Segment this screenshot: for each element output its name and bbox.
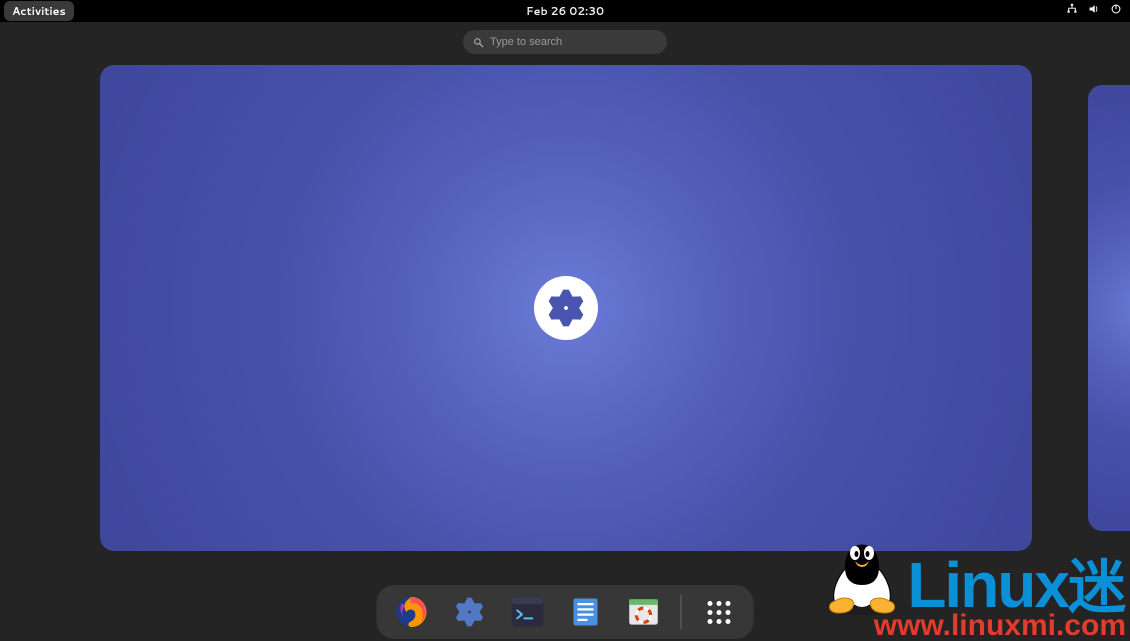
dock-app-firefox[interactable] bbox=[391, 591, 433, 633]
network-icon bbox=[1066, 3, 1078, 19]
dock-separator bbox=[681, 595, 682, 629]
activities-search[interactable] bbox=[463, 30, 667, 54]
search-icon bbox=[473, 31, 484, 54]
clock[interactable]: Feb 26 02:30 bbox=[526, 3, 604, 19]
dock-app-help[interactable] bbox=[623, 591, 665, 633]
dash bbox=[377, 585, 754, 639]
power-icon bbox=[1110, 3, 1122, 19]
top-bar: Activities Feb 26 02:30 bbox=[0, 0, 1130, 22]
apps-grid-icon bbox=[707, 601, 730, 624]
dock-app-files[interactable] bbox=[565, 591, 607, 633]
watermark-brand-cjk: 迷 bbox=[1068, 559, 1126, 617]
watermark-brand-latin: Linux bbox=[907, 553, 1068, 617]
volume-icon bbox=[1088, 3, 1100, 19]
workspace-current[interactable] bbox=[100, 65, 1032, 551]
search-input[interactable] bbox=[490, 36, 657, 48]
dock-app-terminal[interactable] bbox=[507, 591, 549, 633]
workspace-next[interactable] bbox=[1088, 85, 1130, 531]
dock-show-apps[interactable] bbox=[698, 591, 740, 633]
activities-button[interactable]: Activities bbox=[4, 1, 74, 21]
dock-app-nixos[interactable] bbox=[449, 591, 491, 633]
watermark-url: www.linuxmi.com bbox=[874, 611, 1126, 641]
system-status-area[interactable] bbox=[1066, 3, 1122, 19]
nixos-logo bbox=[534, 276, 598, 340]
